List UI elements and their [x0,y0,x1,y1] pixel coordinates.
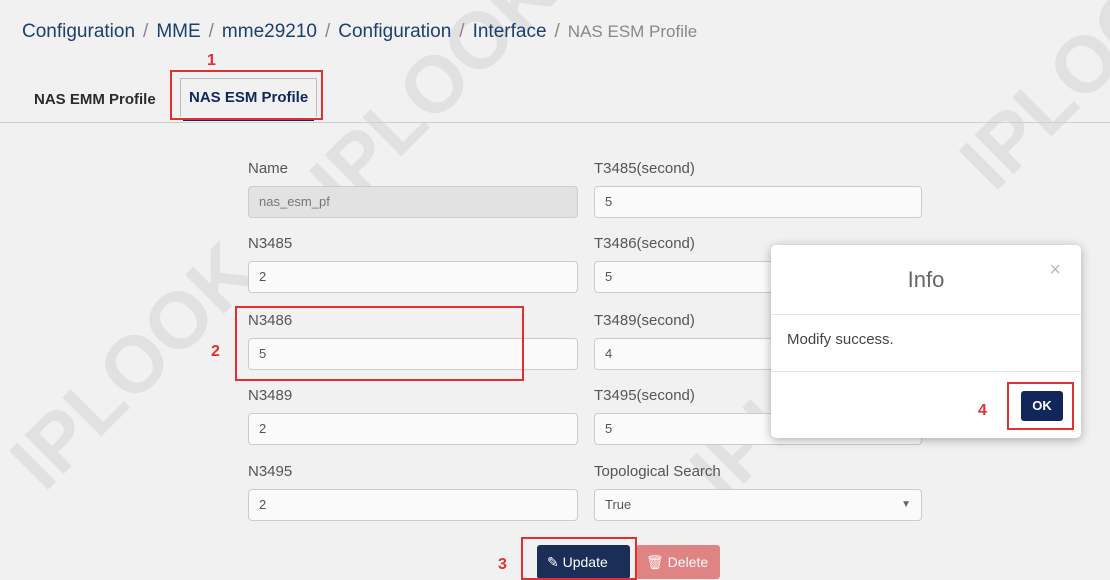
n3485-field[interactable]: 2 [248,261,578,293]
name-field: nas_esm_pf [248,186,578,218]
annotation-3: 3 [498,556,507,573]
breadcrumb-mme29210[interactable]: mme29210 [222,21,317,43]
annotation-box-1 [170,70,323,120]
breadcrumb-separator: / [208,21,214,42]
t3485-label: T3485(second) [594,160,695,177]
breadcrumb-separator: / [554,21,560,42]
breadcrumb: Configuration / MME / mme29210 / Configu… [22,16,697,48]
n3495-field[interactable]: 2 [248,489,578,521]
annotation-2: 2 [211,343,220,360]
trash-icon: 🗑 [646,554,664,570]
topological-search-value: True [605,497,632,512]
breadcrumb-separator: / [143,21,149,42]
annotation-box-3 [521,537,637,580]
dialog-footer: 4 OK [771,371,1081,439]
t3486-label: T3486(second) [594,235,695,252]
annotation-1: 1 [207,52,216,69]
breadcrumb-configuration-2[interactable]: Configuration [338,21,451,43]
tab-nas-emm-profile[interactable]: NAS EMM Profile [26,84,164,116]
n3485-label: N3485 [248,235,293,252]
breadcrumb-separator: / [459,21,465,42]
topological-search-select[interactable]: True ▼ [594,489,922,521]
n3489-field[interactable]: 2 [248,413,578,445]
watermark: IPLOOK [0,225,273,506]
chevron-down-icon: ▼ [901,499,911,510]
breadcrumb-interface[interactable]: Interface [473,21,547,43]
info-dialog-header: Info × [771,245,1081,315]
delete-button-label: Delete [667,554,709,570]
annotation-4: 4 [978,402,987,419]
t3485-field[interactable]: 5 [594,186,922,218]
breadcrumb-mme[interactable]: MME [156,21,200,43]
t3495-label: T3495(second) [594,387,695,404]
tab-bar: NAS EMM Profile NAS ESM Profile [0,74,1110,123]
info-dialog: Info × Modify success. 4 OK [771,245,1081,438]
ok-button[interactable]: OK [1021,391,1063,421]
breadcrumb-current: NAS ESM Profile [567,22,698,41]
topological-search-label: Topological Search [594,463,721,480]
breadcrumb-separator: / [324,21,331,42]
dialog-message: Modify success. [787,331,894,348]
breadcrumb-configuration[interactable]: Configuration [22,21,135,43]
t3489-label: T3489(second) [594,312,695,329]
delete-button[interactable]: 🗑 Delete [636,545,720,579]
n3495-label: N3495 [248,463,293,480]
close-icon[interactable]: × [1049,259,1061,282]
dialog-title: Info [907,267,945,292]
n3489-label: N3489 [248,387,293,404]
name-label: Name [248,160,289,177]
annotation-box-2 [235,306,524,381]
